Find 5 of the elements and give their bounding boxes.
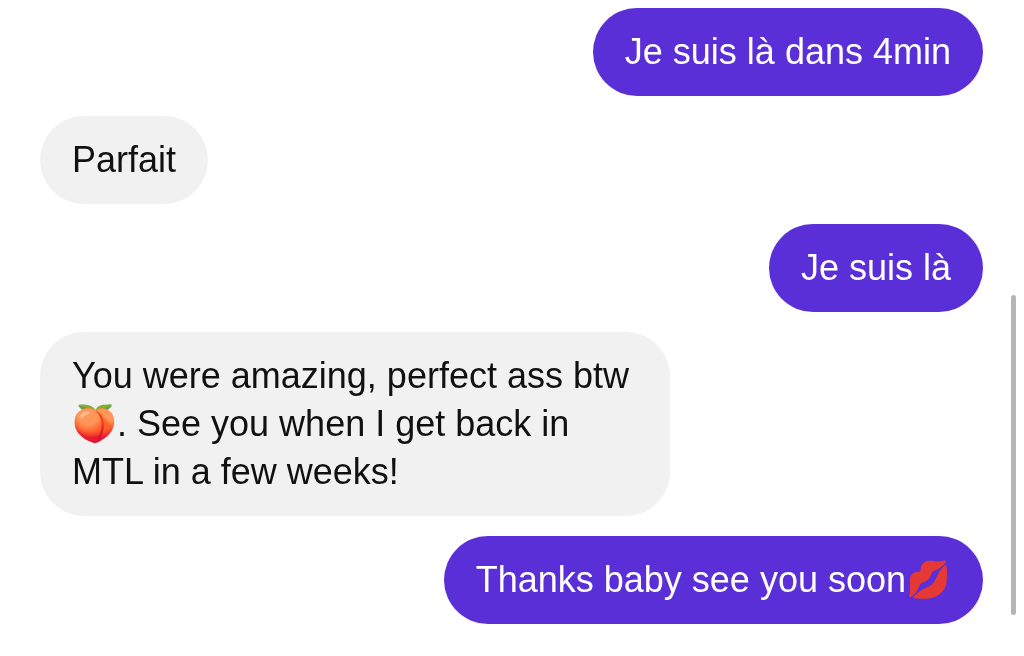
received-message-bubble: You were amazing, perfect ass btw🍑. See you when I get back in MTL in a few weeks! — [40, 332, 670, 516]
sent-message-bubble: Je suis là dans 4min — [592, 8, 983, 96]
sent-message-bubble: Thanks baby see you soon💋 — [443, 536, 983, 624]
sent-message-bubble: Je suis là — [768, 224, 983, 312]
received-message-bubble: Parfait — [40, 116, 209, 204]
